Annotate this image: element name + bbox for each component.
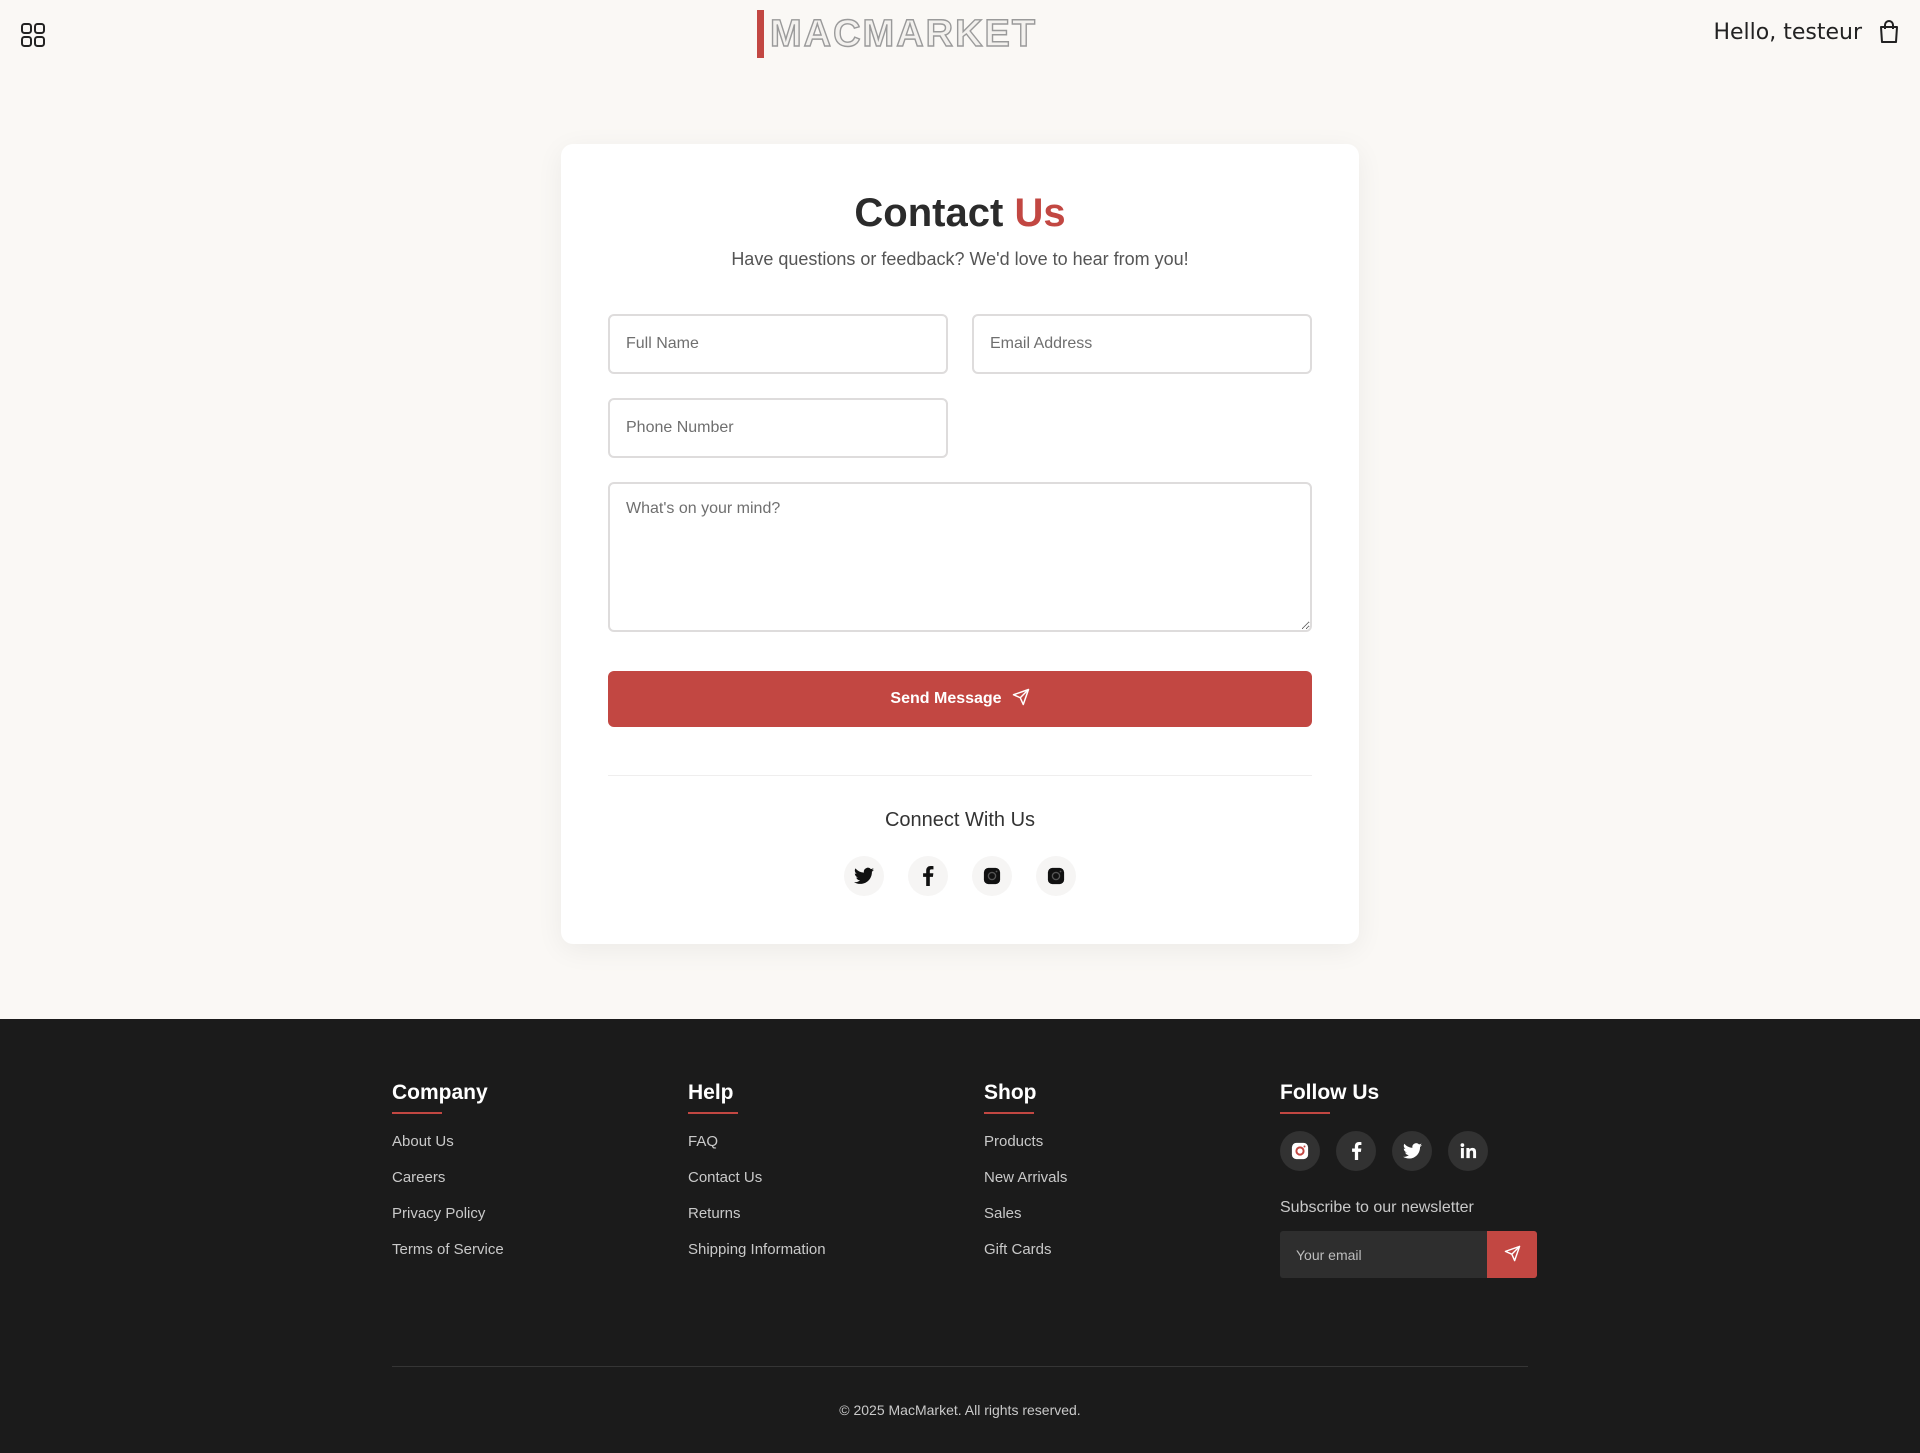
site-footer: Company About Us Careers Privacy Policy … bbox=[0, 1019, 1920, 1453]
site-logo[interactable]: MACMARKET bbox=[757, 9, 1037, 59]
title-underline bbox=[392, 1112, 442, 1114]
footer-link-privacy-policy[interactable]: Privacy Policy bbox=[392, 1204, 504, 1240]
title-underline bbox=[688, 1112, 738, 1114]
logo-text: MACMARKET bbox=[769, 12, 1038, 55]
copyright-text: © 2025 MacMarket. All rights reserved. bbox=[839, 1402, 1081, 1418]
page-title: Contact Us bbox=[561, 191, 1359, 236]
footer-divider bbox=[392, 1366, 1528, 1367]
footer-follow-column: Follow Us Subscribe to our newsletter bbox=[1280, 1081, 1537, 1278]
section-divider bbox=[608, 775, 1312, 776]
footer-link-shipping-information[interactable]: Shipping Information bbox=[688, 1240, 826, 1276]
footer-shop-column: Shop Products New Arrivals Sales Gift Ca… bbox=[984, 1081, 1067, 1276]
footer-link-contact-us[interactable]: Contact Us bbox=[688, 1168, 826, 1204]
paper-plane-icon bbox=[1504, 1245, 1521, 1265]
twitter-icon[interactable] bbox=[844, 856, 884, 896]
linkedin-icon[interactable] bbox=[1448, 1131, 1488, 1171]
footer-link-products[interactable]: Products bbox=[984, 1132, 1067, 1168]
footer-follow-title: Follow Us bbox=[1280, 1081, 1380, 1104]
footer-help-title: Help bbox=[688, 1081, 734, 1104]
newsletter-email-input[interactable] bbox=[1280, 1231, 1487, 1278]
footer-help-column: Help FAQ Contact Us Returns Shipping Inf… bbox=[688, 1081, 826, 1276]
footer-company-title: Company bbox=[392, 1081, 488, 1104]
twitter-icon[interactable] bbox=[1392, 1131, 1432, 1171]
footer-link-sales[interactable]: Sales bbox=[984, 1204, 1067, 1240]
footer-link-terms-of-service[interactable]: Terms of Service bbox=[392, 1240, 504, 1276]
user-greeting[interactable]: Hello, testeur bbox=[1713, 20, 1862, 45]
connect-social-row bbox=[561, 856, 1359, 896]
footer-company-column: Company About Us Careers Privacy Policy … bbox=[392, 1081, 504, 1276]
footer-link-gift-cards[interactable]: Gift Cards bbox=[984, 1240, 1067, 1276]
footer-link-about-us[interactable]: About Us bbox=[392, 1132, 504, 1168]
title-accent: Us bbox=[1014, 191, 1066, 235]
newsletter-submit-button[interactable] bbox=[1487, 1231, 1537, 1278]
title-underline bbox=[1280, 1112, 1330, 1114]
footer-social-row bbox=[1280, 1131, 1537, 1171]
newsletter-form bbox=[1280, 1231, 1537, 1278]
grid-menu-icon[interactable] bbox=[20, 22, 46, 48]
send-message-button[interactable]: Send Message bbox=[608, 671, 1312, 727]
footer-link-careers[interactable]: Careers bbox=[392, 1168, 504, 1204]
title-main: Contact bbox=[854, 191, 1004, 235]
shopping-bag-icon[interactable] bbox=[1878, 20, 1900, 44]
phone-input[interactable] bbox=[608, 398, 948, 458]
facebook-icon[interactable] bbox=[908, 856, 948, 896]
paper-plane-icon bbox=[1012, 688, 1030, 711]
logo-bar bbox=[757, 10, 764, 58]
email-input[interactable] bbox=[972, 314, 1312, 374]
title-underline bbox=[984, 1112, 1034, 1114]
footer-link-new-arrivals[interactable]: New Arrivals bbox=[984, 1168, 1067, 1204]
instagram-icon[interactable] bbox=[1280, 1131, 1320, 1171]
message-textarea[interactable] bbox=[608, 482, 1312, 632]
instagram-icon[interactable] bbox=[1036, 856, 1076, 896]
footer-shop-title: Shop bbox=[984, 1081, 1037, 1104]
footer-link-returns[interactable]: Returns bbox=[688, 1204, 826, 1240]
facebook-icon[interactable] bbox=[1336, 1131, 1376, 1171]
full-name-input[interactable] bbox=[608, 314, 948, 374]
connect-title: Connect With Us bbox=[884, 809, 1036, 831]
newsletter-label: Subscribe to our newsletter bbox=[1280, 1199, 1474, 1216]
instagram-icon[interactable] bbox=[972, 856, 1012, 896]
page-subtitle: Have questions or feedback? We'd love to… bbox=[731, 249, 1189, 269]
site-header: MACMARKET Hello, testeur bbox=[0, 0, 1920, 70]
contact-card: Contact Us Have questions or feedback? W… bbox=[561, 144, 1359, 944]
send-message-label: Send Message bbox=[890, 690, 1002, 707]
footer-link-faq[interactable]: FAQ bbox=[688, 1132, 826, 1168]
